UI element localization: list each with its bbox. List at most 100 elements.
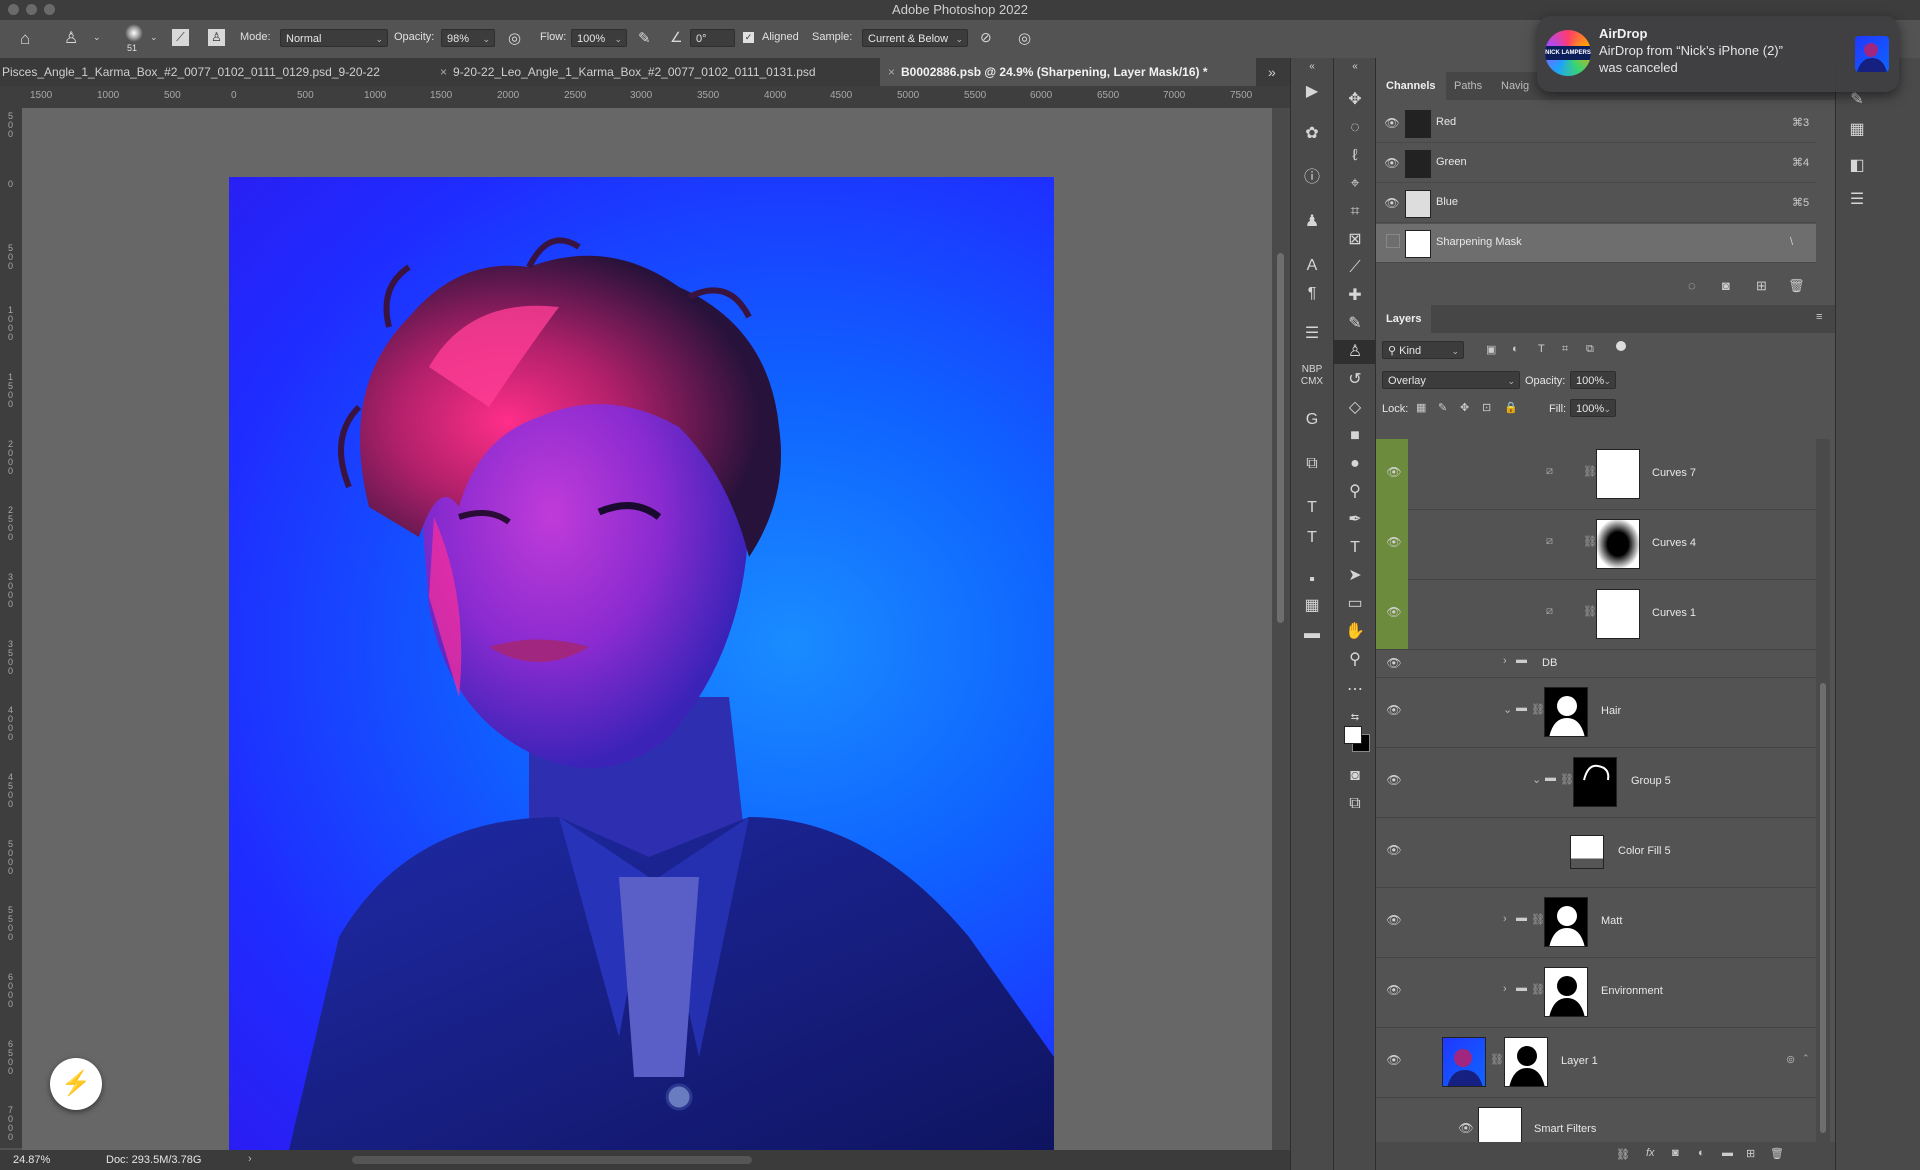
lasso-tool-icon[interactable]: ℓ (1334, 144, 1376, 168)
eye-icon[interactable]: 👁 (1386, 656, 1402, 670)
canvas-vertical-scrollbar[interactable] (1272, 108, 1290, 1150)
eye-icon[interactable]: 👁 (1386, 703, 1402, 717)
tab-paths[interactable]: Paths (1444, 72, 1492, 100)
adjustments-sliders-icon[interactable]: ☰ (1836, 188, 1878, 212)
add-mask-icon[interactable]: ◙ (1672, 1147, 1679, 1159)
zoom-level[interactable]: 24.87% (13, 1154, 50, 1166)
lock-pixels-icon[interactable]: ✎ (1438, 401, 1447, 414)
close-window-button[interactable] (8, 4, 19, 15)
layer-row-hair[interactable]: 👁 ⌄ ▬ ⛓ Hair (1376, 677, 1816, 748)
swatches-panel-icon[interactable]: ▦ (1836, 118, 1878, 142)
character-panel-icon[interactable]: A (1291, 254, 1333, 278)
horizontal-scrollbar[interactable] (352, 1156, 752, 1164)
layer-mask-thumbnail[interactable] (1504, 1037, 1548, 1087)
lock-transparent-icon[interactable]: ▦ (1416, 401, 1426, 414)
smart-object-thumbnail[interactable] (1442, 1037, 1486, 1087)
layer-row-layer-1[interactable]: 👁 ⛓ Layer 1 ⊚ ⌃ (1376, 1027, 1816, 1098)
bag-icon[interactable]: ▪ (1291, 568, 1333, 592)
flow-input[interactable]: 100% ⌄ (571, 29, 627, 47)
tab-document-active[interactable]: × B0002886.psb @ 24.9% (Sharpening, Layer… (880, 58, 1256, 86)
eye-icon[interactable]: 👁 (1386, 465, 1402, 479)
pen-tool-icon[interactable]: ✒ (1334, 508, 1376, 532)
eyedropper-tool-icon[interactable]: ⟋ (1334, 256, 1376, 280)
tab-layers[interactable]: Layers (1376, 305, 1432, 333)
collapse-icon[interactable]: « (1334, 60, 1376, 74)
visibility-toggle[interactable] (1386, 234, 1400, 248)
layer-mask-thumbnail[interactable] (1596, 519, 1640, 569)
link-icon[interactable]: ⛓ (1531, 703, 1545, 716)
angle-input[interactable]: 0° (690, 29, 735, 47)
tab-navigator[interactable]: Navig (1491, 72, 1539, 100)
link-icon[interactable]: ⛓ (1560, 773, 1574, 786)
link-icon[interactable]: ⛓ (1583, 605, 1597, 618)
filter-kind-dropdown[interactable]: ⚲ Kind ⌄ (1382, 341, 1464, 359)
dodge-tool-icon[interactable]: ⚲ (1334, 480, 1376, 504)
layer-mask-thumbnail[interactable] (1596, 449, 1640, 499)
text-style-icon[interactable]: T (1291, 496, 1333, 520)
new-group-icon[interactable]: ▬ (1722, 1147, 1733, 1159)
filter-toggle-icon[interactable] (1616, 341, 1626, 351)
clone-stamp-tool-icon[interactable]: ♙ (1334, 340, 1376, 364)
adjustment-layer-icon[interactable]: ◐ (1698, 1147, 1705, 1159)
properties-panel-icon[interactable]: ◧ (1836, 154, 1878, 178)
zoom-tool-icon[interactable]: ⚲ (1334, 648, 1376, 672)
filter-adjustment-icon[interactable]: ◐ (1512, 343, 1519, 355)
path-selection-tool-icon[interactable]: ➤ (1334, 564, 1376, 588)
aligned-checkbox[interactable]: ✓ (743, 32, 754, 43)
lock-position-icon[interactable]: ✥ (1460, 401, 1469, 414)
collapse-icon[interactable]: « (1291, 60, 1333, 74)
minimize-window-button[interactable] (26, 4, 37, 15)
document-canvas[interactable]: ⚡ (22, 108, 1272, 1150)
link-icon[interactable]: ⛓ (1490, 1053, 1504, 1066)
filter-shape-icon[interactable]: ⌗ (1562, 343, 1568, 356)
brush-preview-icon[interactable] (125, 24, 143, 42)
layer-mask-thumbnail[interactable] (1544, 967, 1588, 1017)
foreground-color-swatch[interactable] (1344, 726, 1362, 744)
fx-icon[interactable]: fx (1646, 1147, 1655, 1159)
move-tool-icon[interactable]: ✥ (1334, 88, 1376, 112)
lock-all-icon[interactable]: 🔒 (1504, 401, 1518, 414)
channel-row-red[interactable]: 👁 Red ⌘3 (1376, 104, 1816, 143)
hand-tool-icon[interactable]: ✋ (1334, 620, 1376, 644)
scrollbar-thumb[interactable] (1820, 683, 1826, 1133)
save-selection-icon[interactable]: ◙ (1722, 278, 1730, 293)
libraries-icon[interactable]: ▦ (1291, 594, 1333, 618)
eye-icon[interactable]: 👁 (1384, 116, 1400, 130)
chevron-right-icon[interactable]: › (1503, 983, 1507, 995)
brush-settings-icon[interactable]: ⟋ (172, 29, 189, 46)
more-tabs-icon[interactable]: » (1268, 58, 1288, 86)
layer-row-color-fill-5[interactable]: 👁 Color Fill 5 (1376, 817, 1816, 888)
close-icon[interactable]: × (440, 65, 447, 79)
link-icon[interactable]: ⛓ (1531, 913, 1545, 926)
rectangle-tool-icon[interactable]: ▭ (1334, 592, 1376, 616)
scrollbar-thumb[interactable] (1277, 253, 1284, 623)
clone-source-panel-icon[interactable]: ♟ (1291, 210, 1333, 234)
eye-icon[interactable]: 👁 (1386, 1053, 1402, 1067)
smart-filter-icon[interactable]: ⊚ (1786, 1053, 1795, 1066)
layer-mask-thumbnail[interactable] (1573, 757, 1617, 807)
quick-selection-tool-icon[interactable]: ⌖ (1334, 172, 1376, 196)
link-icon[interactable]: ⛓ (1531, 983, 1545, 996)
pressure-size-icon[interactable]: ◎ (1018, 29, 1031, 47)
chevron-down-icon[interactable]: ⌄ (1532, 773, 1541, 786)
blur-tool-icon[interactable]: ● (1334, 452, 1376, 476)
chevron-down-icon[interactable]: ⌄ (93, 32, 101, 43)
tab-channels[interactable]: Channels (1376, 72, 1446, 100)
chevron-right-icon[interactable]: › (1503, 655, 1507, 667)
fill-layer-thumbnail[interactable] (1570, 835, 1604, 869)
eye-icon[interactable]: 👁 (1386, 773, 1402, 787)
eye-icon[interactable]: 👁 (1384, 196, 1400, 210)
type-tool-icon[interactable]: T (1334, 536, 1376, 560)
tab-document-pisces[interactable]: 9-20-22_Pisces_Angle_1_Karma_Box_#2_0077… (0, 58, 434, 86)
eye-icon[interactable]: 👁 (1458, 1121, 1474, 1135)
gradient-tool-icon[interactable]: ■ (1334, 424, 1376, 448)
layer-mask-thumbnail[interactable] (1596, 589, 1640, 639)
chevron-down-icon[interactable]: ⌄ (150, 32, 158, 43)
comments-icon[interactable]: ▬ (1291, 622, 1333, 646)
adjustments-panel-icon[interactable]: ☰ (1291, 322, 1333, 346)
channel-row-blue[interactable]: 👁 Blue ⌘5 (1376, 184, 1816, 223)
messenger-chat-head-icon[interactable]: ⚡ (50, 1058, 102, 1110)
opacity-input[interactable]: 98% ⌄ (441, 29, 495, 47)
actions-play-icon[interactable]: ▶ (1291, 80, 1333, 104)
layer-opacity-input[interactable]: 100% ⌄ (1570, 371, 1616, 389)
